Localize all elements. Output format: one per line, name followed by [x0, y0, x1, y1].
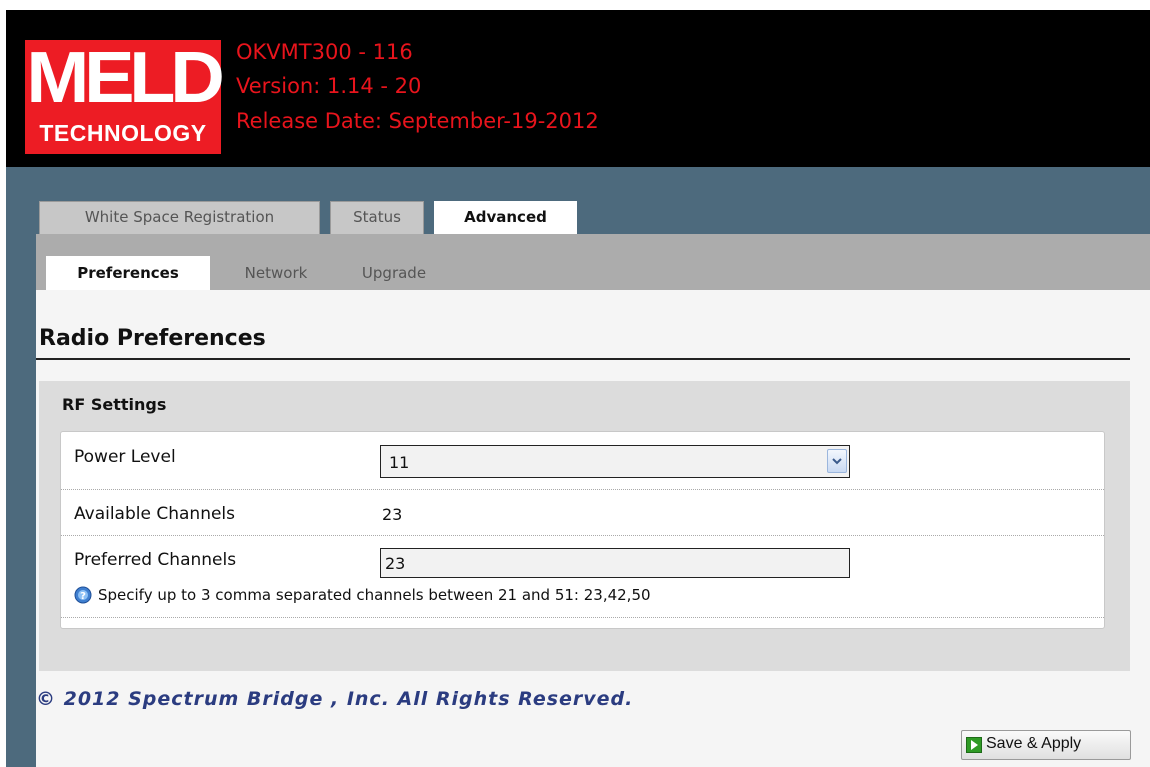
logo-wordmark: MELD [26, 38, 224, 118]
preferred-channels-help: Specify up to 3 comma separated channels… [98, 586, 651, 604]
tab-white-space-registration[interactable]: White Space Registration [39, 201, 320, 234]
row-divider [61, 489, 1104, 490]
copyright-notice: © 2012 Spectrum Bridge , Inc. All Rights… [36, 688, 634, 710]
row-divider [61, 617, 1104, 618]
power-level-value: 11 [389, 453, 410, 472]
preferred-channels-input[interactable] [380, 548, 850, 578]
subtab-network[interactable]: Network [226, 256, 326, 290]
page-title: Radio Preferences [39, 326, 266, 351]
chevron-down-icon[interactable] [827, 449, 847, 473]
save-apply-label: Save & Apply [986, 735, 1082, 752]
firmware-version: Version: 1.14 - 20 [236, 74, 422, 98]
available-channels-label: Available Channels [74, 504, 236, 524]
tab-status[interactable]: Status [330, 201, 424, 234]
header: MELD TECHNOLOGY OKVMT300 - 116 Version: … [6, 10, 1150, 167]
help-icon: ? [74, 586, 92, 604]
app-frame: MELD TECHNOLOGY OKVMT300 - 116 Version: … [6, 10, 1150, 767]
meld-logo: MELD TECHNOLOGY [25, 40, 225, 154]
title-divider [36, 358, 1130, 360]
subtab-preferences[interactable]: Preferences [46, 256, 210, 290]
rf-settings-table: Power Level 11 Available Channels 23 Pre… [60, 431, 1105, 629]
rf-settings-group: RF Settings Power Level 11 Available Cha… [39, 381, 1130, 671]
content-panel: Radio Preferences RF Settings Power Leve… [36, 290, 1150, 767]
svg-text:?: ? [80, 591, 86, 602]
release-date: Release Date: September-19-2012 [236, 109, 599, 133]
power-level-select[interactable]: 11 [380, 445, 850, 478]
logo-subtitle: TECHNOLOGY [39, 120, 207, 146]
available-channels-value: 23 [382, 505, 403, 524]
rf-settings-legend: RF Settings [62, 395, 167, 414]
save-apply-button[interactable]: Save & Apply [961, 730, 1131, 760]
subtab-upgrade[interactable]: Upgrade [344, 256, 444, 290]
device-name: OKVMT300 - 116 [236, 40, 413, 64]
sub-tabs: Preferences Network Upgrade [36, 234, 1150, 290]
row-divider [61, 535, 1104, 536]
power-level-label: Power Level [74, 447, 176, 467]
save-icon [966, 737, 982, 753]
tab-advanced[interactable]: Advanced [434, 201, 577, 234]
preferred-channels-label: Preferred Channels [74, 550, 237, 570]
